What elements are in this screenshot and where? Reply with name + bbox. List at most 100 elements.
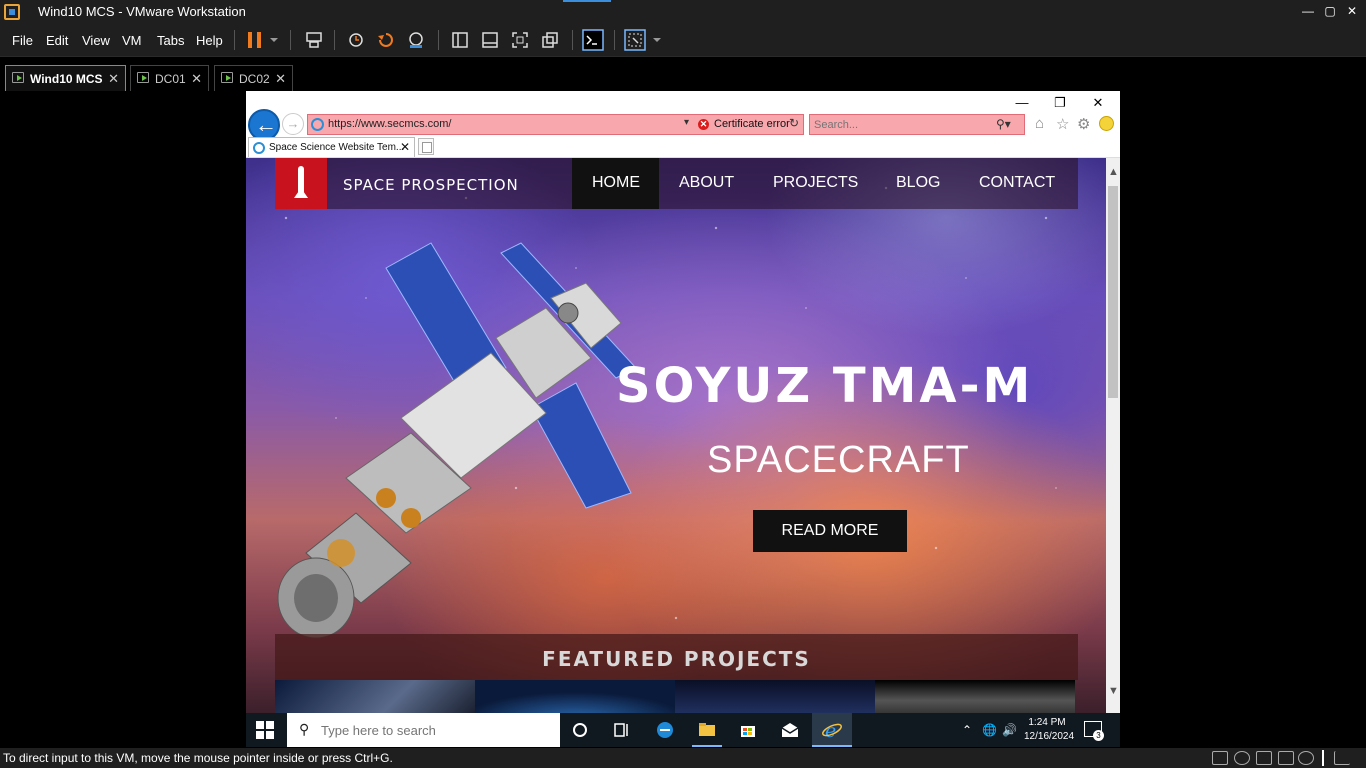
network-globe-icon[interactable]: 🌐 [982, 723, 997, 737]
browser-tab-active[interactable]: Space Science Website Tem... ✕ [248, 137, 415, 157]
usb-icon[interactable] [1278, 751, 1294, 765]
menu-vm[interactable]: VM [122, 33, 142, 48]
chevron-down-icon[interactable] [651, 30, 663, 50]
project-thumbnail[interactable] [875, 680, 1075, 714]
windows-taskbar: ⚲ e ⌃ 🌐 🔊 1:24 PM 12/16/2024 3 [246, 713, 1120, 747]
close-tab-icon[interactable]: ✕ [191, 71, 202, 87]
store-icon[interactable] [737, 719, 759, 741]
task-view-icon[interactable] [610, 719, 632, 741]
certificate-error-icon[interactable]: ✕ [698, 119, 709, 130]
site-logo[interactable] [275, 158, 327, 209]
minimize-icon[interactable]: — [1300, 3, 1316, 19]
mail-icon[interactable] [779, 719, 801, 741]
certificate-error-label[interactable]: Certificate error [714, 118, 790, 130]
network-adapter-icon[interactable] [1256, 751, 1272, 765]
toolbar-separator [438, 30, 439, 50]
window-title: Wind10 MCS - VMware Workstation [38, 4, 246, 19]
browser-close-icon[interactable]: ✕ [1088, 95, 1108, 111]
scrollbar-thumb[interactable] [1108, 186, 1118, 398]
titlebar-accent [563, 0, 611, 2]
menu-view[interactable]: View [82, 33, 110, 48]
feedback-smiley-icon[interactable] [1099, 116, 1114, 131]
snapshot-manager-icon[interactable] [406, 30, 426, 50]
vm-running-icon [221, 72, 233, 83]
nav-contact[interactable]: CONTACT [979, 174, 1055, 192]
maximize-icon[interactable]: ▢ [1322, 3, 1338, 19]
close-icon[interactable]: ✕ [1344, 3, 1360, 19]
resize-grip-icon[interactable] [1334, 751, 1350, 765]
revert-snapshot-icon[interactable] [376, 30, 396, 50]
taskbar-search-box[interactable]: ⚲ [287, 713, 560, 747]
nav-blog[interactable]: BLOG [896, 174, 940, 192]
project-thumbnail[interactable] [475, 680, 675, 714]
notification-center-icon[interactable]: 3 [1084, 721, 1104, 741]
thumbnail-bar-icon[interactable] [480, 30, 500, 50]
site-brand[interactable]: SPACE PROSPECTION [343, 176, 519, 194]
browser-search-input[interactable] [814, 117, 990, 132]
tray-chevron-icon[interactable]: ⌃ [962, 723, 972, 737]
hard-disk-icon[interactable] [1212, 751, 1228, 765]
file-explorer-icon[interactable] [696, 719, 718, 741]
vmware-titlebar: Wind10 MCS - VMware Workstation — ▢ ✕ [0, 0, 1366, 24]
windows-start-icon[interactable] [256, 721, 274, 739]
internet-explorer-icon[interactable]: e [821, 719, 843, 741]
scroll-up-icon[interactable]: ▲ [1108, 166, 1119, 178]
close-tab-icon[interactable]: ✕ [108, 71, 119, 87]
new-tab-button[interactable] [418, 138, 434, 155]
search-icon: ⚲ [299, 721, 310, 737]
fullscreen-icon[interactable] [510, 30, 530, 50]
vm-tab-label: DC02 [239, 72, 270, 86]
hero-title: SOYUZ TMA-M [616, 358, 1034, 414]
running-app-indicator [692, 745, 722, 747]
browser-search-box[interactable]: ⚲▾ [809, 114, 1025, 135]
guest-screen[interactable]: — ❐ ✕ → https://www.secmcs.com/ ▾ ✕ Cert… [246, 91, 1120, 747]
search-icon[interactable]: ⚲▾ [996, 117, 1011, 131]
scroll-down-icon[interactable]: ▼ [1108, 685, 1119, 697]
browser-restore-icon[interactable]: ❐ [1050, 95, 1070, 111]
nav-about[interactable]: ABOUT [679, 174, 734, 192]
chevron-down-icon[interactable] [268, 30, 280, 50]
nav-home[interactable]: HOME [592, 174, 640, 192]
cortana-icon[interactable] [569, 719, 591, 741]
forward-button[interactable]: → [282, 113, 304, 135]
console-icon[interactable] [582, 29, 604, 51]
cd-dvd-icon[interactable] [1234, 751, 1250, 765]
menu-edit[interactable]: Edit [46, 33, 68, 48]
address-dropdown-icon[interactable]: ▾ [684, 117, 689, 128]
stretch-guest-icon[interactable] [624, 29, 646, 51]
send-ctrl-alt-del-icon[interactable] [304, 30, 324, 50]
close-tab-icon[interactable]: ✕ [400, 140, 410, 154]
vmware-menubar: File Edit View VM Tabs Help [0, 24, 1366, 56]
settings-gear-icon[interactable]: ⚙ [1077, 115, 1090, 133]
project-thumbnail[interactable] [275, 680, 475, 714]
edge-browser-icon[interactable] [654, 719, 676, 741]
sound-card-icon[interactable] [1298, 751, 1314, 765]
sidebar-toggle-icon[interactable] [450, 30, 470, 50]
spacecraft-illustration [277, 242, 637, 639]
home-icon[interactable]: ⌂ [1035, 115, 1044, 132]
taskbar-search-input[interactable] [321, 722, 551, 738]
unity-icon[interactable] [540, 30, 560, 50]
nav-projects[interactable]: PROJECTS [773, 174, 858, 192]
vm-tab-wind10-mcs[interactable]: Wind10 MCS ✕ [5, 65, 126, 91]
project-thumbnail[interactable] [675, 680, 875, 714]
address-url[interactable]: https://www.secmcs.com/ [328, 118, 451, 130]
read-more-button[interactable]: READ MORE [753, 510, 907, 552]
vm-tab-dc02[interactable]: DC02 ✕ [214, 65, 293, 91]
volume-icon[interactable]: 🔊 [1002, 723, 1017, 737]
refresh-icon[interactable]: ↻ [789, 116, 799, 130]
menu-tabs[interactable]: Tabs [157, 33, 184, 48]
status-message: To direct input to this VM, move the mou… [3, 751, 393, 765]
vmware-statusbar: To direct input to this VM, move the mou… [0, 748, 1366, 768]
menu-help[interactable]: Help [196, 33, 223, 48]
page-scrollbar[interactable]: ▲ ▼ [1106, 158, 1120, 714]
menu-file[interactable]: File [12, 33, 33, 48]
close-tab-icon[interactable]: ✕ [275, 71, 286, 87]
suspend-icon[interactable] [245, 30, 265, 50]
taskbar-clock[interactable]: 1:24 PM 12/16/2024 [1024, 716, 1074, 744]
favorites-star-icon[interactable]: ☆ [1056, 115, 1069, 133]
vm-tab-dc01[interactable]: DC01 ✕ [130, 65, 209, 91]
snapshot-icon[interactable] [346, 30, 366, 50]
address-bar[interactable]: https://www.secmcs.com/ ▾ ✕ Certificate … [307, 114, 804, 135]
browser-minimize-icon[interactable]: — [1012, 95, 1032, 111]
